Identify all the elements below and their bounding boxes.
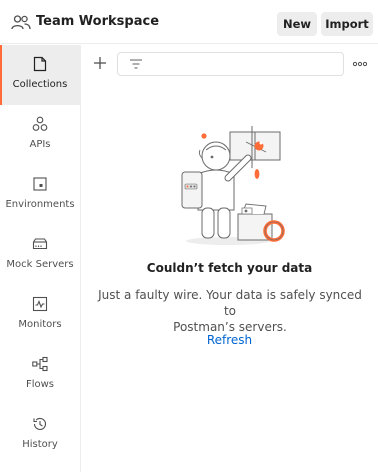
refresh-link[interactable]: Refresh — [81, 333, 378, 347]
sidebar: Collections APIs Environments Mock Serve… — [0, 45, 81, 472]
history-icon — [33, 417, 47, 430]
sidebar-item-label: APIs — [29, 139, 51, 150]
new-button[interactable]: New — [277, 12, 317, 36]
monitors-icon — [32, 296, 48, 312]
empty-state-title: Couldn’t fetch your data — [146, 261, 313, 275]
app-window: Team Workspace New Import Collections AP… — [0, 0, 378, 472]
team-icon — [11, 15, 31, 30]
apis-icon — [32, 116, 48, 131]
more-horizontal-icon[interactable] — [352, 59, 368, 69]
sidebar-item-flows[interactable]: Flows — [0, 345, 80, 405]
sidebar-item-label: Collections — [12, 79, 68, 90]
sidebar-item-label: Environments — [5, 199, 75, 210]
empty-state-message: Just a faulty wire. Your data is safely … — [92, 287, 368, 335]
mock-servers-icon — [32, 238, 48, 250]
sidebar-item-environments[interactable]: Environments — [0, 165, 80, 225]
sidebar-item-label: Mock Servers — [6, 259, 74, 270]
sidebar-item-mock-servers[interactable]: Mock Servers — [0, 225, 80, 285]
sidebar-item-label: Monitors — [18, 319, 62, 330]
workspace-title[interactable]: Team Workspace — [36, 14, 159, 29]
sidebar-item-history[interactable]: History — [0, 405, 80, 465]
plus-icon[interactable] — [93, 56, 107, 70]
sidebar-item-collections[interactable]: Collections — [0, 45, 80, 105]
astronaut-repairing-wire-illustration — [181, 126, 285, 245]
workspace-header: Team Workspace New Import — [0, 0, 378, 44]
sidebar-item-label: Flows — [25, 379, 55, 390]
environments-icon — [33, 177, 47, 191]
sidebar-item-label: History — [22, 439, 58, 450]
sidebar-item-monitors[interactable]: Monitors — [0, 285, 80, 345]
filter-input[interactable] — [117, 52, 344, 76]
filter-icon — [130, 59, 142, 69]
sidebar-item-apis[interactable]: APIs — [0, 105, 80, 165]
empty-state-message-line: Just a faulty wire. Your data is safely … — [98, 288, 362, 318]
collections-icon — [33, 56, 47, 72]
import-button[interactable]: Import — [321, 12, 373, 36]
flows-icon — [32, 356, 48, 372]
